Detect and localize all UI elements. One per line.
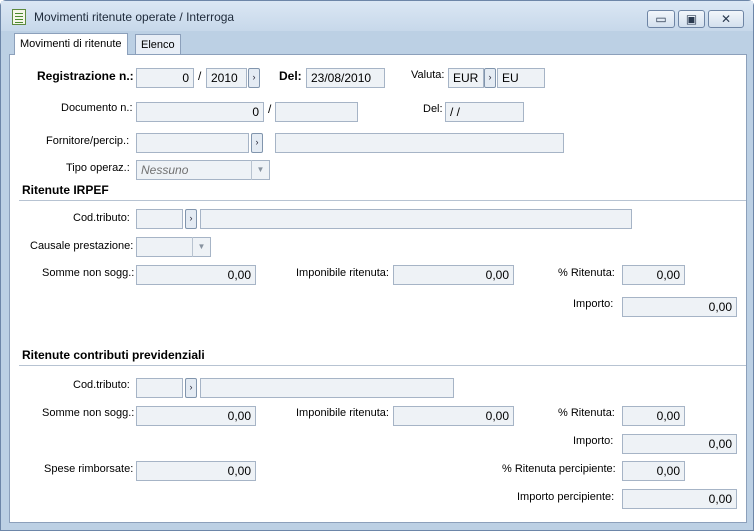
section-title-contributi: Ritenute contributi previdenziali [22,348,205,362]
irpef-perc-ritenuta-field[interactable]: 0,00 [622,265,685,285]
maximize-button[interactable]: ▣ [678,10,705,28]
tipo-operazione-select[interactable]: Nessuno [136,160,270,180]
form-panel: Registrazione n.: 0 / 2010 › Del: 23/08/… [9,54,747,523]
contributi-perc-ritenuta-field[interactable]: 0,00 [622,406,685,426]
window: Movimenti ritenute operate / Interroga ▭… [0,0,754,531]
section-title-irpef: Ritenute IRPEF [22,183,109,197]
registrazione-label: Registrazione n.: [37,69,134,83]
contributi-importo-field[interactable]: 0,00 [622,434,737,454]
minimize-button[interactable]: ▭ [647,10,675,28]
document-icon [12,9,26,25]
contributi-perc-ritenuta-label: % Ritenuta: [558,407,615,419]
contributi-imponibile-field[interactable]: 0,00 [393,406,514,426]
contributi-somme-label: Somme non sogg.: [42,407,135,419]
contributi-cod-tributo-label: Cod.tributo: [73,379,130,391]
contributi-imponibile-label: Imponibile ritenuta: [296,407,389,419]
slash-separator: / [268,102,272,116]
chevron-down-icon[interactable]: ▼ [192,237,210,257]
contributi-somme-field[interactable]: 0,00 [136,406,256,426]
zoom-arrow-icon[interactable]: › [185,378,197,398]
irpef-importo-label: Importo: [573,298,614,310]
irpef-somme-label: Somme non sogg.: [42,267,135,279]
irpef-imponibile-field[interactable]: 0,00 [393,265,514,285]
spese-rimborsate-label: Spese rimborsate: [44,463,134,475]
zoom-arrow-icon[interactable]: › [484,68,496,88]
irpef-cod-tributo-description-field[interactable] [200,209,632,229]
contributi-cod-tributo-description-field[interactable] [200,378,454,398]
perc-ritenuta-percipiente-label: % Ritenuta percipiente: [502,463,616,475]
close-icon: ✕ [720,12,732,26]
spese-rimborsate-field[interactable]: 0,00 [136,461,256,481]
slash-separator: / [198,69,202,83]
del-label: Del: [279,69,302,83]
maximize-icon: ▣ [685,12,698,26]
irpef-imponibile-label: Imponibile ritenuta: [296,267,389,279]
registrazione-year-field[interactable]: 2010 [206,68,247,88]
registrazione-number-field[interactable]: 0 [136,68,194,88]
fornitore-label: Fornitore/percip.: [46,135,130,147]
contributi-importo-label: Importo: [573,435,614,447]
causale-prestazione-label: Causale prestazione: [30,240,134,252]
importo-percipiente-label: Importo percipiente: [517,491,615,503]
tab-elenco[interactable]: Elenco [135,34,181,55]
contributi-cod-tributo-field[interactable] [136,378,183,398]
documento-label: Documento n.: [61,102,133,114]
minimize-icon: ▭ [655,12,667,26]
currency-code-field[interactable]: EUR [448,68,484,88]
title-bar: Movimenti ritenute operate / Interroga ▭… [1,1,753,31]
registration-date-field[interactable]: 23/08/2010 [306,68,385,88]
tab-movimenti-di-ritenute[interactable]: Movimenti di ritenute [14,33,128,55]
valuta-label: Valuta: [411,69,445,81]
zoom-arrow-icon[interactable]: › [251,133,263,153]
documento-number-field[interactable]: 0 [136,102,264,122]
tab-bar: Movimenti di ritenute Elenco [9,33,747,55]
zoom-arrow-icon[interactable]: › [185,209,197,229]
irpef-cod-tributo-label: Cod.tributo: [73,212,130,224]
fornitore-description-field[interactable] [275,133,564,153]
doc-del-label: Del: [423,103,443,115]
chevron-down-icon[interactable]: ▼ [251,160,269,180]
document-date-field[interactable]: / / [445,102,524,122]
documento-serie-field[interactable] [275,102,358,122]
irpef-cod-tributo-field[interactable] [136,209,183,229]
irpef-somme-field[interactable]: 0,00 [136,265,256,285]
zoom-arrow-icon[interactable]: › [248,68,260,88]
fornitore-code-field[interactable] [136,133,249,153]
irpef-perc-ritenuta-label: % Ritenuta: [558,267,615,279]
close-button[interactable]: ✕ [708,10,744,28]
perc-ritenuta-percipiente-field[interactable]: 0,00 [622,461,685,481]
importo-percipiente-field[interactable]: 0,00 [622,489,737,509]
tipo-operazione-label: Tipo operaz.: [66,162,130,174]
currency-description-field[interactable]: EU [497,68,545,88]
section-divider [19,200,746,201]
irpef-importo-field[interactable]: 0,00 [622,297,737,317]
section-divider [19,365,746,366]
window-title: Movimenti ritenute operate / Interroga [34,10,235,24]
